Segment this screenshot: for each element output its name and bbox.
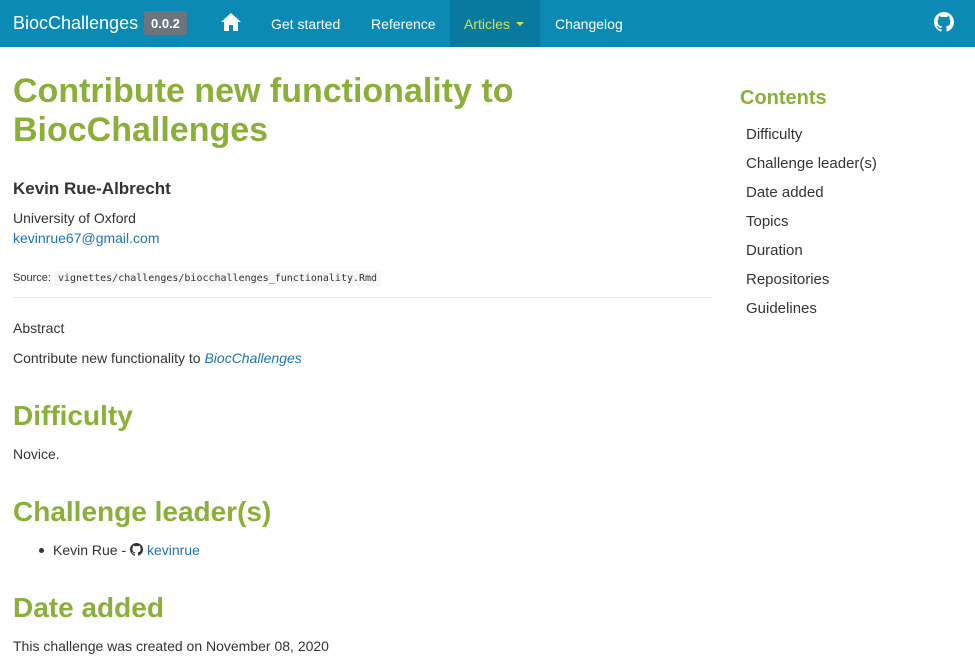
nav-changelog[interactable]: Changelog	[555, 0, 623, 47]
author-name: Kevin Rue-Albrecht	[13, 179, 171, 198]
nav-articles[interactable]: Articles	[450, 0, 540, 47]
section-heading-challenge-leaders: Challenge leader(s)	[13, 496, 272, 527]
toc-item-guidelines[interactable]: Guidelines	[746, 300, 817, 317]
abstract-package-link[interactable]: BiocChallenges	[204, 350, 301, 366]
source-line: Source: vignettes/challenges/biocchallen…	[13, 271, 382, 286]
leader-github-link[interactable]: kevinrue	[147, 542, 200, 558]
divider	[13, 297, 712, 298]
abstract-text: Contribute new functionality to BiocChal…	[13, 350, 302, 366]
github-icon	[130, 543, 144, 556]
section-heading-date-added: Date added	[13, 592, 164, 623]
version-badge: 0.0.2	[144, 11, 187, 35]
date-added-text: This challenge was created on November 0…	[13, 638, 329, 654]
nav-articles-label: Articles	[464, 15, 510, 32]
github-icon[interactable]	[934, 12, 954, 32]
toc-item-difficulty[interactable]: Difficulty	[746, 126, 802, 143]
toc-title: Contents	[740, 87, 827, 109]
source-label: Source:	[13, 272, 51, 284]
toc-item-challenge-leaders[interactable]: Challenge leader(s)	[746, 155, 877, 172]
toc-sidebar: Contents Difficulty Challenge leader(s) …	[740, 87, 877, 317]
leader-name: Kevin Rue -	[53, 542, 131, 558]
abstract-text-body: Contribute new functionality to	[13, 350, 205, 366]
difficulty-text: Novice.	[13, 446, 60, 462]
home-icon[interactable]	[220, 12, 242, 32]
caret-down-icon	[515, 21, 524, 26]
section-heading-difficulty: Difficulty	[13, 400, 133, 431]
nav-reference[interactable]: Reference	[371, 0, 436, 47]
bullet-icon	[39, 548, 44, 553]
brand-link[interactable]: BiocChallenges	[13, 0, 138, 47]
top-navbar: BiocChallenges 0.0.2 Get started Referen…	[0, 0, 975, 47]
page-title: Contribute new functionality to BiocChal…	[13, 72, 514, 149]
toc-item-date-added[interactable]: Date added	[746, 184, 824, 201]
toc-item-repositories[interactable]: Repositories	[746, 271, 829, 288]
toc-item-topics[interactable]: Topics	[746, 213, 789, 230]
author-affiliation: University of Oxford	[13, 210, 136, 226]
author-email-link[interactable]: kevinrue67@gmail.com	[13, 230, 160, 246]
nav-get-started[interactable]: Get started	[271, 0, 340, 47]
source-path-link[interactable]: vignettes/challenges/biocchallenges_func…	[53, 271, 382, 286]
abstract-label: Abstract	[13, 320, 65, 336]
toc-item-duration[interactable]: Duration	[746, 242, 803, 259]
leader-list-item: Kevin Rue - kevinrue	[39, 542, 200, 558]
